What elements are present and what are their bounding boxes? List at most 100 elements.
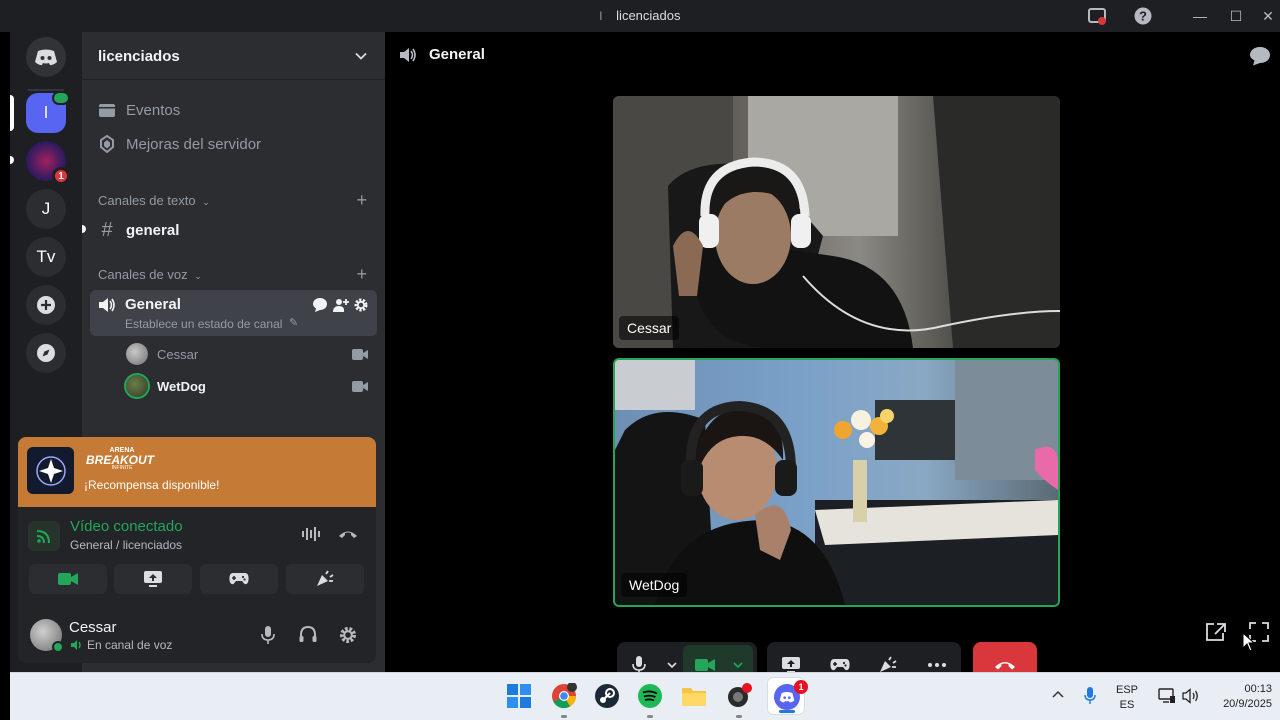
noise-suppression-icon [302, 527, 320, 541]
camera-icon [352, 349, 368, 360]
chat-icon [1250, 47, 1270, 66]
reward-banner[interactable]: ARENA BREAKOUT INFINITE ¡Recompensa disp… [18, 437, 376, 507]
discord-taskbar-button[interactable]: 1 [767, 677, 808, 715]
microphone-icon[interactable] [1084, 687, 1096, 705]
call-header: General [399, 46, 485, 63]
popout-icon[interactable] [1205, 622, 1227, 642]
speaker-icon [400, 47, 416, 62]
maximize-button[interactable]: ☐ [1226, 6, 1246, 26]
category-text-channels[interactable]: Canales de texto ⌄ [98, 193, 210, 208]
add-server-button[interactable] [26, 285, 66, 325]
chevron-up-icon[interactable] [1052, 690, 1064, 698]
window-titlebar: l licenciados ? — ☐ ✕ [0, 0, 1280, 32]
voice-channel-general[interactable]: General Establece un estado de canal ✎ [90, 290, 377, 336]
connection-status[interactable]: Vídeo conectado [70, 518, 183, 535]
file-explorer-icon[interactable] [681, 683, 707, 709]
gear-icon [340, 627, 356, 643]
video-camera-icon [683, 658, 727, 672]
network-icon[interactable] [1158, 688, 1176, 704]
signal-icon[interactable] [28, 521, 60, 551]
avatar [126, 343, 148, 365]
selected-server-pill [10, 95, 14, 131]
clock-time: 00:13 [1244, 683, 1272, 695]
game-logo [27, 447, 74, 494]
pencil-icon: ✎ [289, 317, 299, 329]
windows-start-icon[interactable] [506, 683, 532, 709]
disconnect-icon [339, 531, 357, 538]
chevron-down-icon[interactable] [727, 661, 749, 669]
reward-text: ¡Recompensa disponible! [84, 478, 220, 492]
sidebar-item-eventos[interactable]: Eventos [98, 100, 180, 120]
participant-name: WetDog [621, 573, 688, 597]
online-status-dot [52, 641, 64, 653]
member-name: WetDog [157, 378, 206, 394]
call-channel-name: General [429, 46, 485, 63]
video-call-indicator-icon [52, 91, 70, 105]
inbox-icon[interactable] [1087, 6, 1107, 26]
discover-button[interactable] [26, 333, 66, 373]
mouse-cursor-icon [1242, 632, 1256, 652]
server-tv[interactable]: Tv [26, 237, 66, 277]
chrome-icon[interactable] [551, 683, 577, 709]
sidebar-item-label: Eventos [126, 101, 181, 119]
brand-logo-text: ARENA BREAKOUT INFINITE [86, 447, 158, 471]
ellipsis-icon [927, 663, 946, 667]
mention-badge: 1 [52, 167, 70, 185]
voice-member-wetdog[interactable]: WetDog [126, 375, 206, 397]
chevron-down-icon: ⌄ [202, 197, 210, 207]
channel-status-input[interactable]: Establece un estado de canal [125, 317, 282, 331]
avatar[interactable] [30, 619, 64, 653]
server-licenciados[interactable]: l [26, 91, 70, 133]
microphone-icon [261, 626, 275, 644]
category-voice-channels[interactable]: Canales de voz ⌄ [98, 267, 202, 282]
username[interactable]: Cessar [69, 619, 117, 636]
video-tile-wetdog[interactable]: WetDog [613, 358, 1060, 607]
spotify-icon[interactable] [637, 683, 663, 709]
user-panel: Cessar En canal de voz [18, 605, 376, 663]
close-button[interactable]: ✕ [1258, 6, 1278, 26]
channel-general-text[interactable]: # general [98, 218, 179, 241]
window-title-text: licenciados [616, 8, 681, 23]
headphones-icon [299, 626, 317, 642]
sidebar-item-mejoras[interactable]: Mejoras del servidor [98, 134, 261, 154]
server-label: l [44, 103, 48, 122]
language-line: ESP [1116, 684, 1139, 696]
speaker-icon [99, 298, 115, 312]
video-feed-cessar [613, 96, 1060, 348]
add-text-channel-icon[interactable]: + [356, 190, 367, 211]
chat-icon [313, 298, 327, 312]
screen-share-icon [144, 571, 162, 587]
steam-icon[interactable] [594, 683, 620, 709]
video-feed-wetdog [615, 360, 1058, 605]
help-icon[interactable]: ? [1133, 6, 1153, 26]
soundboard-button[interactable] [286, 564, 364, 594]
server-header[interactable]: licenciados [82, 32, 385, 80]
participant-name: Cessar [619, 316, 680, 340]
clock[interactable]: 00:13 20/9/2025 [1208, 682, 1272, 712]
app-icon-dark[interactable] [726, 683, 752, 709]
member-name: Cessar [157, 346, 199, 362]
camera-toggle-button[interactable] [29, 564, 107, 594]
discord-home-button[interactable] [26, 37, 66, 77]
unread-pill [10, 156, 14, 164]
activities-button[interactable] [200, 564, 278, 594]
volume-icon[interactable] [1182, 688, 1200, 704]
connection-location[interactable]: General / licenciados [70, 538, 182, 552]
user-status: En canal de voz [71, 638, 172, 652]
notification-badge: 1 [794, 680, 808, 694]
hash-icon: # [101, 218, 113, 241]
add-voice-channel-icon[interactable]: + [356, 264, 367, 285]
language-indicator[interactable]: ESP ES [1116, 683, 1138, 713]
voice-member-cessar[interactable]: Cessar [126, 343, 198, 365]
server-j[interactable]: J [26, 189, 66, 229]
minimize-button[interactable]: — [1190, 6, 1210, 26]
gear-icon [354, 298, 368, 312]
camera-icon [352, 381, 368, 392]
phone-hangup-icon [995, 662, 1015, 670]
server-avatar-purple[interactable]: 1 [26, 141, 70, 185]
video-tile-cessar[interactable]: Cessar [613, 96, 1060, 348]
screen-share-button[interactable] [114, 564, 192, 594]
speaker-icon [71, 640, 81, 650]
soundboard-icon [317, 570, 334, 586]
boost-icon [100, 135, 114, 153]
